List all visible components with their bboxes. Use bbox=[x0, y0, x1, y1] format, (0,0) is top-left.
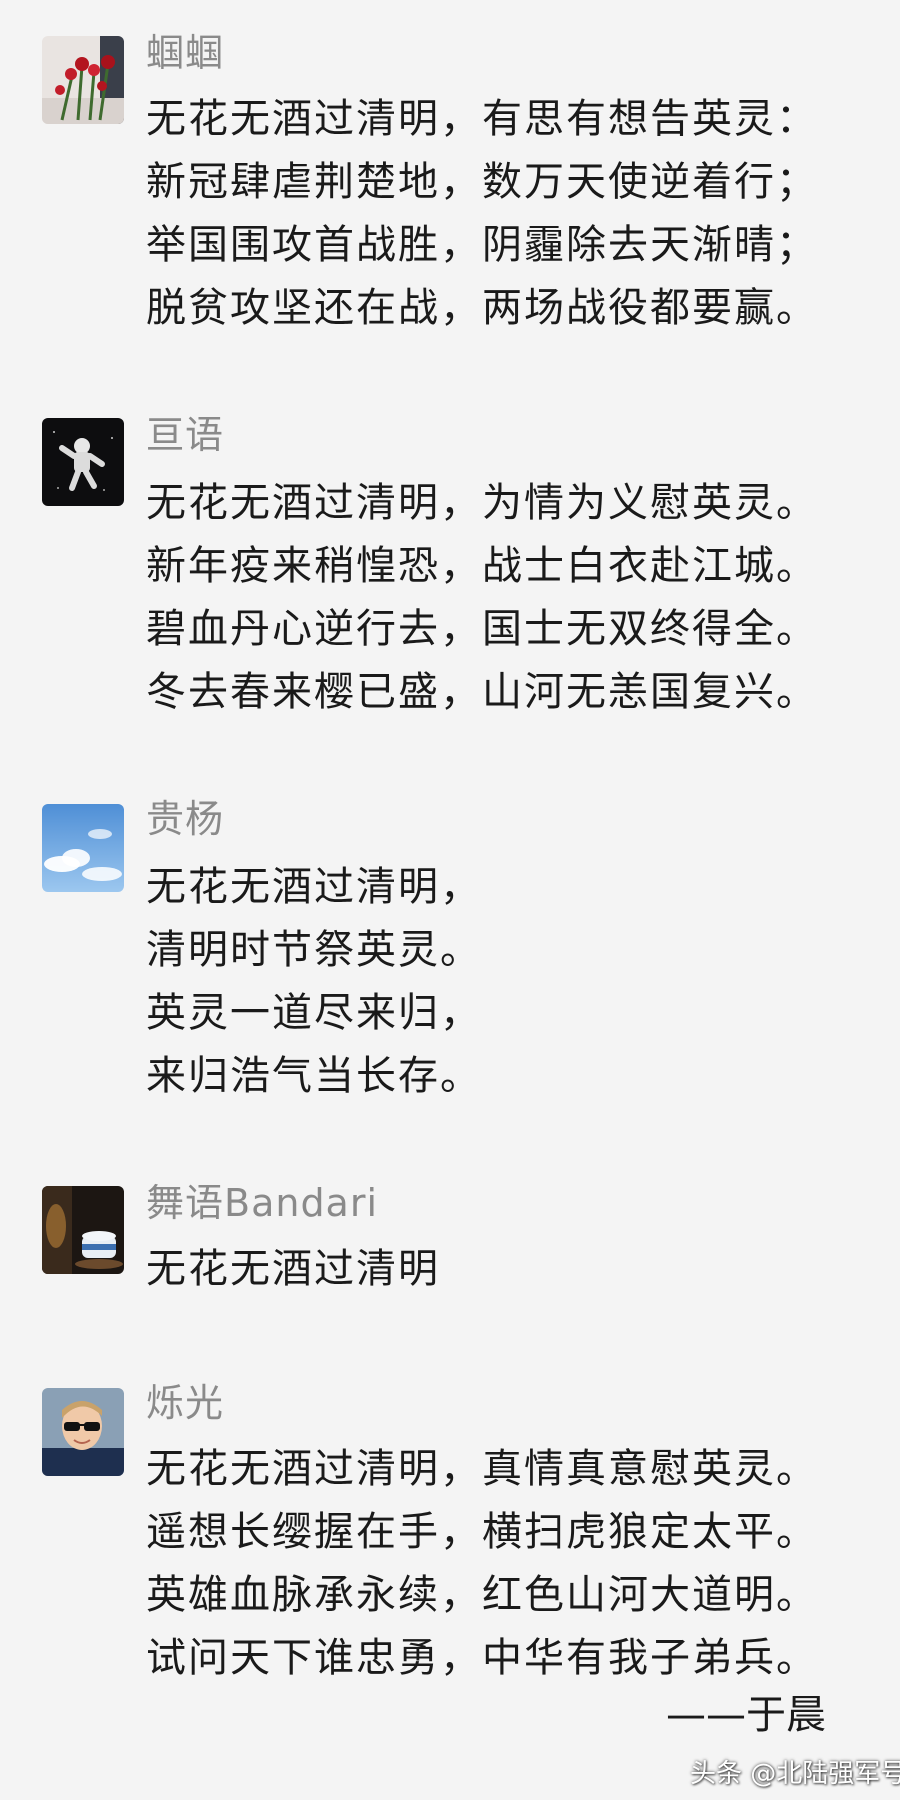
poem-text: 无花无酒过清明， 清明时节祭英灵。 英灵一道尽来归， 来归浩气当长存。 bbox=[146, 856, 482, 1108]
poem-line: 新冠肆虐荆楚地，数万天使逆着行； bbox=[146, 159, 818, 205]
avatar[interactable] bbox=[42, 1388, 124, 1476]
poem-line: 碧血丹心逆行去，国士无双终得全。 bbox=[146, 606, 818, 652]
author-name[interactable]: 蝈蝈 bbox=[146, 30, 224, 76]
poem-line: 无花无酒过清明，有思有想告英灵： bbox=[146, 96, 818, 142]
poem-line: 无花无酒过清明，为情为义慰英灵。 bbox=[146, 480, 818, 526]
avatar[interactable] bbox=[42, 1186, 124, 1274]
poem-line: 举国围攻首战胜，阴霾除去天渐晴； bbox=[146, 222, 818, 268]
comment-feed: 蝈蝈 无花无酒过清明，有思有想告英灵： 新冠肆虐荆楚地，数万天使逆着行； 举国围… bbox=[0, 0, 900, 1800]
poem-line: 新年疫来稍惶恐，战士白衣赴江城。 bbox=[146, 543, 818, 589]
poem-text: 无花无酒过清明 bbox=[146, 1238, 440, 1301]
astronaut-avatar-icon bbox=[42, 418, 124, 506]
author-name[interactable]: 亘语 bbox=[146, 412, 224, 458]
poem-text: 无花无酒过清明，有思有想告英灵： 新冠肆虐荆楚地，数万天使逆着行； 举国围攻首战… bbox=[146, 88, 818, 340]
poem-line: 遥想长缨握在手，横扫虎狼定太平。 bbox=[146, 1509, 818, 1555]
boy-sunglasses-avatar-icon bbox=[42, 1388, 124, 1476]
author-name[interactable]: 贵杨 bbox=[146, 796, 224, 842]
author-name[interactable]: 烁光 bbox=[146, 1380, 224, 1426]
poem-line: 无花无酒过清明， bbox=[146, 864, 482, 910]
poem-line: 试问天下谁忠勇，中华有我子弟兵。 bbox=[146, 1635, 818, 1681]
poem-line: 无花无酒过清明 bbox=[146, 1246, 440, 1292]
poem-line: 冬去春来樱已盛，山河无恙国复兴。 bbox=[146, 669, 818, 715]
author-name[interactable]: 舞语Bandari bbox=[146, 1180, 378, 1226]
poem-line: 脱贫攻坚还在战，两场战役都要赢。 bbox=[146, 285, 818, 331]
avatar[interactable] bbox=[42, 804, 124, 892]
teacup-avatar-icon bbox=[42, 1186, 124, 1274]
source-watermark: 头条 @北陆强军号 bbox=[690, 1759, 900, 1789]
poem-line: 来归浩气当长存。 bbox=[146, 1053, 482, 1099]
poem-line: 英灵一道尽来归， bbox=[146, 990, 482, 1036]
poem-signature: ——于晨 bbox=[666, 1692, 826, 1738]
avatar[interactable] bbox=[42, 418, 124, 506]
avatar[interactable] bbox=[42, 36, 124, 124]
poem-line: 英雄血脉承永续，红色山河大道明。 bbox=[146, 1572, 818, 1618]
sky-clouds-avatar-icon bbox=[42, 804, 124, 892]
poem-line: 无花无酒过清明，真情真意慰英灵。 bbox=[146, 1446, 818, 1492]
poem-text: 无花无酒过清明，真情真意慰英灵。 遥想长缨握在手，横扫虎狼定太平。 英雄血脉承永… bbox=[146, 1438, 818, 1690]
poem-line: 清明时节祭英灵。 bbox=[146, 927, 482, 973]
poem-text: 无花无酒过清明，为情为义慰英灵。 新年疫来稍惶恐，战士白衣赴江城。 碧血丹心逆行… bbox=[146, 472, 818, 724]
roses-avatar-icon bbox=[42, 36, 124, 124]
